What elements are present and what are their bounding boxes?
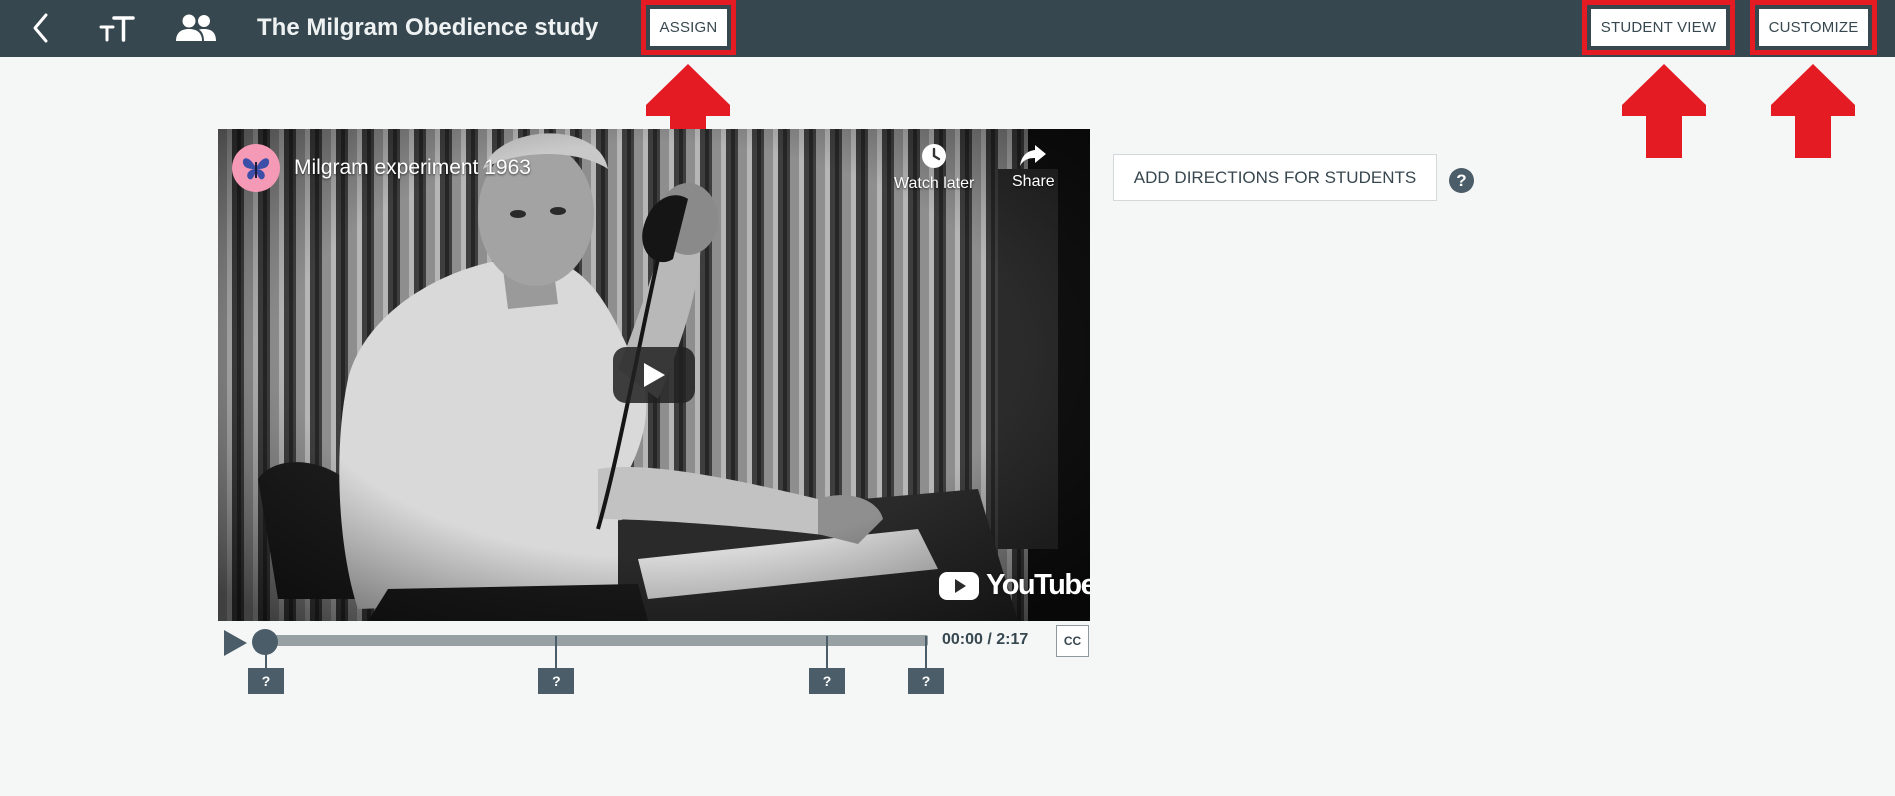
customize-button[interactable]: CUSTOMIZE bbox=[1759, 9, 1868, 46]
people-icon[interactable] bbox=[174, 8, 218, 48]
question-marker-stem bbox=[925, 636, 927, 670]
video-header: Milgram experiment 1963 bbox=[232, 144, 531, 192]
clock-icon bbox=[922, 144, 947, 168]
top-bar: The Milgram Obedience study ASSIGN STUDE… bbox=[0, 0, 1895, 57]
question-marker[interactable]: ? bbox=[538, 636, 575, 694]
play-button[interactable] bbox=[222, 629, 248, 662]
question-marker-label: ? bbox=[809, 668, 845, 694]
question-marker-label: ? bbox=[538, 668, 575, 694]
question-marker[interactable]: ? bbox=[809, 636, 845, 694]
question-marker-stem bbox=[265, 636, 267, 670]
text-size-icon[interactable] bbox=[96, 8, 138, 48]
page-title: The Milgram Obedience study bbox=[257, 14, 599, 41]
assign-button[interactable]: ASSIGN bbox=[650, 9, 727, 46]
question-marker-stem bbox=[826, 636, 828, 670]
assign-button-highlight: ASSIGN bbox=[641, 0, 736, 55]
video-play-button[interactable] bbox=[613, 347, 695, 403]
question-marker[interactable]: ? bbox=[908, 636, 944, 694]
student-view-button[interactable]: STUDENT VIEW bbox=[1591, 9, 1726, 46]
question-marker[interactable]: ? bbox=[248, 636, 284, 694]
help-icon[interactable]: ? bbox=[1449, 168, 1474, 193]
share-label: Share bbox=[1012, 173, 1055, 190]
butterfly-icon bbox=[242, 158, 270, 180]
play-icon bbox=[644, 363, 665, 387]
share-button[interactable]: Share bbox=[1012, 143, 1055, 191]
add-directions-button[interactable]: ADD DIRECTIONS FOR STUDENTS bbox=[1113, 154, 1437, 201]
question-marker-label: ? bbox=[908, 668, 944, 694]
annotation-arrow-student-view bbox=[1622, 64, 1706, 158]
video-player[interactable]: Milgram experiment 1963 Watch later Shar… bbox=[218, 129, 1090, 621]
watch-later-label: Watch later bbox=[894, 175, 975, 192]
customize-button-highlight: CUSTOMIZE bbox=[1750, 0, 1877, 55]
annotation-arrow-customize bbox=[1771, 64, 1855, 158]
channel-avatar[interactable] bbox=[232, 144, 280, 192]
video-title[interactable]: Milgram experiment 1963 bbox=[294, 156, 531, 180]
share-arrow-icon bbox=[1020, 145, 1047, 166]
closed-captions-button[interactable]: CC bbox=[1056, 625, 1089, 657]
question-marker-stem bbox=[555, 636, 558, 670]
time-display: 00:00 / 2:17 bbox=[942, 631, 1029, 648]
youtube-play-icon bbox=[939, 571, 979, 600]
back-chevron-icon[interactable] bbox=[24, 8, 58, 48]
play-icon bbox=[224, 630, 247, 656]
watch-later-button[interactable]: Watch later bbox=[894, 143, 974, 193]
question-marker-label: ? bbox=[248, 668, 284, 694]
youtube-logo[interactable]: YouTube bbox=[938, 569, 1090, 602]
student-view-button-highlight: STUDENT VIEW bbox=[1582, 0, 1735, 55]
youtube-wordmark: YouTube bbox=[986, 569, 1090, 601]
